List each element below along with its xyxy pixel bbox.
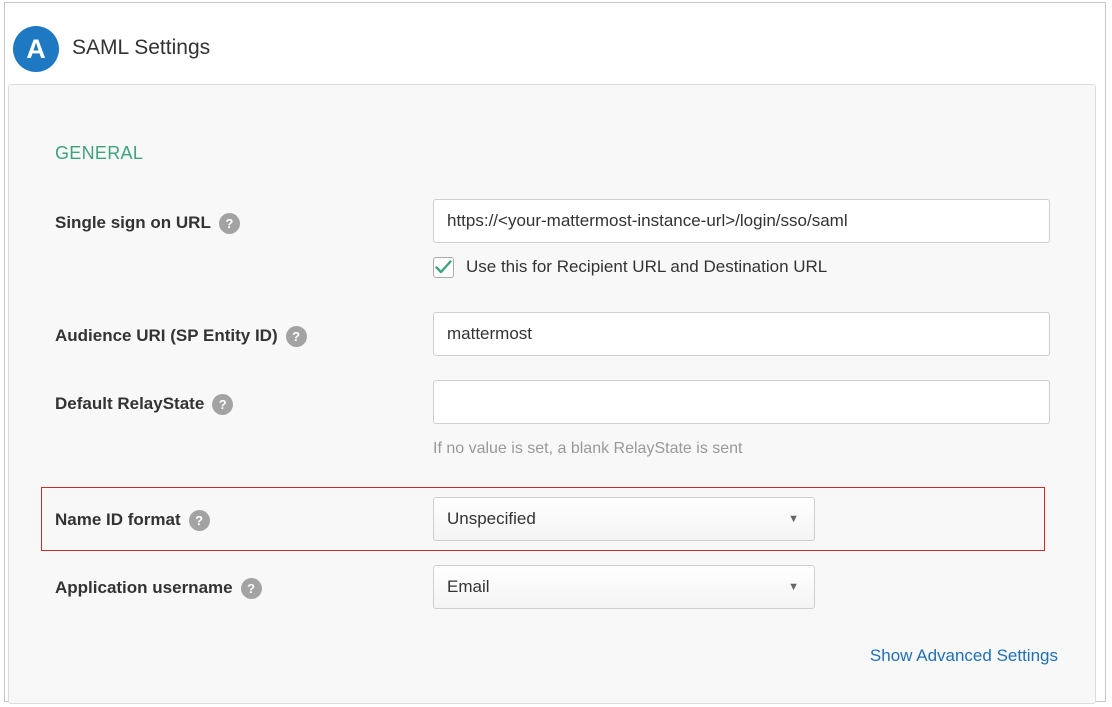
relay-state-input[interactable]: [433, 380, 1050, 424]
audience-uri-label: Audience URI (SP Entity ID) ?: [55, 324, 307, 348]
recipient-url-checkbox-row[interactable]: Use this for Recipient URL and Destinati…: [433, 254, 827, 280]
help-icon[interactable]: ?: [212, 393, 234, 415]
app-username-selected: Email: [447, 577, 490, 596]
app-logo-badge: A: [13, 26, 59, 72]
relay-state-hint: If no value is set, a blank RelayState i…: [433, 440, 743, 457]
audience-uri-input[interactable]: [433, 312, 1050, 356]
checkmark-icon: [435, 260, 452, 274]
dropdown-arrow-icon: ▼: [788, 513, 799, 525]
help-icon[interactable]: ?: [218, 212, 240, 234]
header: A SAML Settings: [5, 3, 1105, 91]
help-icon[interactable]: ?: [240, 577, 262, 599]
name-id-format-label: Name ID format ?: [55, 508, 210, 532]
help-icon[interactable]: ?: [285, 325, 307, 347]
relay-state-label-text: Default RelayState: [55, 394, 205, 413]
recipient-url-checkbox[interactable]: [433, 256, 454, 278]
name-id-format-select[interactable]: Unspecified ▼: [433, 497, 815, 541]
audience-uri-label-text: Audience URI (SP Entity ID): [55, 326, 278, 345]
app-username-select[interactable]: Email ▼: [433, 565, 815, 609]
name-id-format-label-text: Name ID format: [55, 510, 181, 529]
app-username-label: Application username ?: [55, 576, 262, 600]
sso-url-label-text: Single sign on URL: [55, 213, 211, 232]
sso-url-label: Single sign on URL ?: [55, 211, 240, 235]
app-username-label-text: Application username: [55, 578, 233, 597]
name-id-format-selected: Unspecified: [447, 509, 536, 528]
help-icon[interactable]: ?: [188, 509, 210, 531]
show-advanced-settings-link[interactable]: Show Advanced Settings: [870, 646, 1058, 666]
recipient-url-checkbox-label: Use this for Recipient URL and Destinati…: [466, 257, 828, 276]
sso-url-input[interactable]: [433, 199, 1050, 243]
dropdown-arrow-icon: ▼: [788, 581, 799, 593]
section-title-general: GENERAL: [55, 143, 144, 163]
page-title: SAML Settings: [72, 36, 211, 59]
relay-state-label: Default RelayState ?: [55, 392, 234, 416]
